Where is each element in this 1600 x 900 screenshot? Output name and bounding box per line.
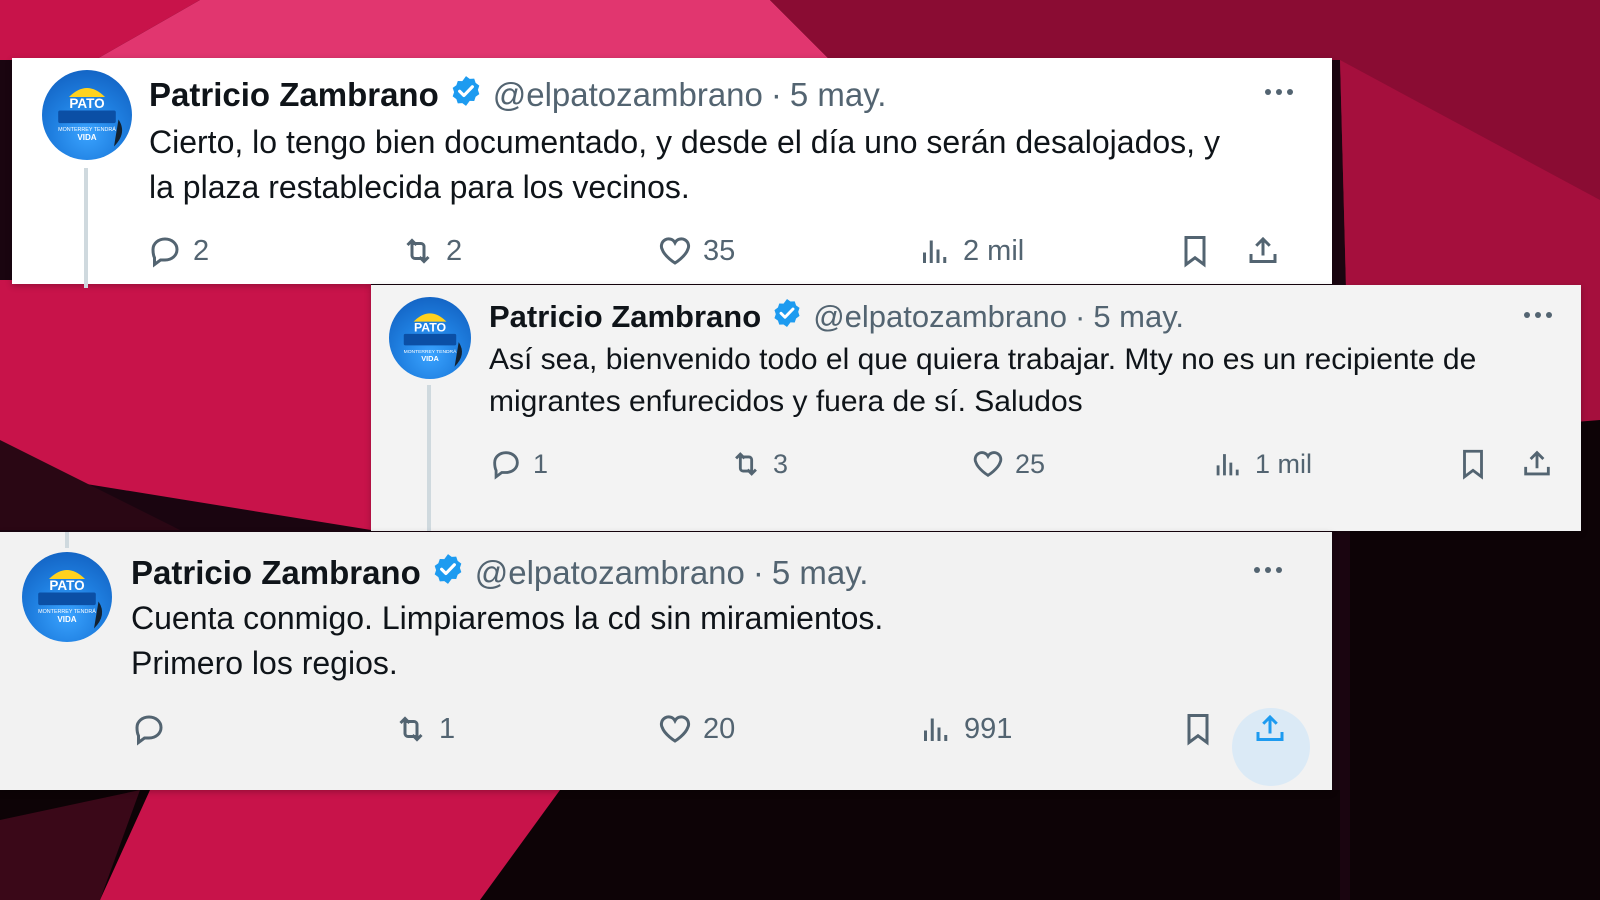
more-options-icon[interactable] [1524, 312, 1552, 318]
retweet-button[interactable]: 3 [729, 447, 788, 481]
views-button[interactable]: 2 mil [917, 233, 1024, 269]
bookmark-icon [1463, 449, 1483, 480]
share-icon [1249, 236, 1277, 263]
avatar-line2-text: VIDA [77, 133, 96, 142]
avatar-brand-text: PATO [69, 96, 104, 111]
avatar-line1-text: MONTERREY TENDRÁ [58, 126, 116, 133]
handle[interactable]: @elpatozambrano [475, 554, 745, 592]
avatar-logo-icon: PATO MONTERREY TENDRÁ VIDA [58, 88, 123, 147]
bookmark-icon [1184, 236, 1206, 268]
avatar-brand-text: PATO [49, 578, 84, 593]
reply-button[interactable]: 2 [147, 233, 209, 269]
handle[interactable]: @elpatozambrano [813, 299, 1067, 335]
timestamp[interactable]: 5 may. [1093, 299, 1184, 335]
tweet-text: Cierto, lo tengo bien documentado, y des… [149, 120, 1309, 210]
tweet-header: Patricio Zambrano @elpatozambrano · 5 ma… [489, 297, 1184, 337]
tweet-card[interactable]: PATO MONTERREY TENDRÁ VIDA Patricio Zamb… [12, 58, 1332, 288]
tweet-card[interactable]: PATO MONTERREY TENDRÁ VIDA Patricio Zamb… [371, 285, 1581, 531]
retweet-count: 3 [773, 448, 789, 479]
avatar-logo-icon: PATO MONTERREY TENDRÁ VIDA [38, 570, 103, 629]
like-button[interactable]: 35 [657, 233, 735, 269]
retweet-icon [399, 716, 423, 742]
avatar-brand-text: PATO [414, 320, 447, 334]
tweet-text-line: Así sea, bienvenido todo el que quiera t… [489, 343, 1477, 376]
retweet-count: 2 [446, 234, 463, 267]
retweet-icon [735, 452, 757, 476]
tweet-header: Patricio Zambrano @elpatozambrano · 5 ma… [149, 74, 886, 116]
tweet-header: Patricio Zambrano @elpatozambrano · 5 ma… [131, 552, 868, 594]
more-options-icon[interactable] [1254, 567, 1282, 573]
retweet-icon [406, 238, 430, 264]
reply-button[interactable] [131, 711, 177, 747]
heart-icon [659, 715, 691, 743]
verified-badge-icon [449, 74, 483, 116]
separator-dot: · [1074, 299, 1086, 334]
share-icon [1524, 450, 1550, 476]
thread-line [427, 385, 431, 531]
reply-icon [135, 715, 163, 746]
avatar-line2-text: VIDA [57, 615, 76, 624]
like-count: 20 [703, 712, 736, 745]
views-icon [924, 718, 948, 741]
retweet-count: 1 [439, 712, 456, 745]
timestamp[interactable]: 5 may. [790, 76, 887, 114]
avatar[interactable]: PATO MONTERREY TENDRÁ VIDA [389, 297, 471, 379]
thread-line [65, 532, 69, 548]
share-button[interactable] [1520, 447, 1554, 481]
like-button[interactable]: 20 [657, 711, 735, 747]
tweet-text: Así sea, bienvenido todo el que quiera t… [489, 339, 1569, 423]
display-name[interactable]: Patricio Zambrano [131, 554, 421, 592]
like-button[interactable]: 25 [971, 447, 1045, 481]
retweet-button[interactable]: 1 [393, 711, 455, 747]
tweet-text-line: la plaza restablecida para los vecinos. [149, 168, 690, 205]
separator-dot: · [770, 76, 782, 113]
bookmark-button[interactable] [1180, 711, 1216, 747]
separator-dot: · [752, 554, 764, 591]
avatar[interactable]: PATO MONTERREY TENDRÁ VIDA [22, 552, 112, 642]
heart-icon [659, 237, 691, 265]
avatar-line1-text: MONTERREY TENDRÁ [38, 608, 96, 615]
reply-button[interactable]: 1 [489, 447, 548, 481]
share-button[interactable] [1252, 711, 1288, 747]
reply-count: 1 [533, 448, 549, 479]
view-count: 2 mil [963, 234, 1025, 267]
view-count: 1 mil [1255, 448, 1313, 479]
tweet-text-line: Cierto, lo tengo bien documentado, y des… [149, 124, 1220, 160]
avatar[interactable]: PATO MONTERREY TENDRÁ VIDA [42, 70, 132, 160]
views-icon [923, 240, 947, 263]
tweet-card[interactable]: PATO MONTERREY TENDRÁ VIDA Patricio Zamb… [0, 532, 1332, 790]
display-name[interactable]: Patricio Zambrano [489, 299, 761, 335]
share-button[interactable] [1245, 233, 1281, 269]
bookmark-button[interactable] [1177, 233, 1213, 269]
tweet-text-line: migrantes enfurecidos y fuera de sí. Sal… [489, 385, 1083, 418]
tweet-text: Cuenta conmigo. Limpiaremos la cd sin mi… [131, 596, 1231, 686]
heart-icon [973, 451, 1003, 478]
avatar-logo-icon: PATO MONTERREY TENDRÁ VIDA [404, 313, 462, 367]
verified-badge-icon [771, 297, 803, 337]
display-name[interactable]: Patricio Zambrano [149, 76, 439, 114]
like-count: 25 [1015, 448, 1046, 479]
views-button[interactable]: 991 [918, 711, 1012, 747]
thread-line [84, 168, 88, 288]
verified-badge-icon [431, 552, 465, 594]
reply-icon [151, 237, 179, 268]
like-count: 35 [703, 234, 736, 267]
share-icon [1256, 714, 1284, 741]
views-icon [1216, 454, 1239, 476]
views-button[interactable]: 1 mil [1211, 447, 1312, 481]
bookmark-button[interactable] [1456, 447, 1490, 481]
reply-icon [493, 451, 519, 480]
view-count: 991 [964, 712, 1013, 745]
retweet-button[interactable]: 2 [400, 233, 462, 269]
avatar-line2-text: VIDA [421, 354, 439, 363]
more-options-icon[interactable] [1265, 89, 1293, 95]
reply-count: 2 [193, 234, 210, 267]
timestamp[interactable]: 5 may. [772, 554, 869, 592]
handle[interactable]: @elpatozambrano [493, 76, 763, 114]
bookmark-icon [1187, 714, 1209, 746]
tweet-text-line: Cuenta conmigo. Limpiaremos la cd sin mi… [131, 600, 884, 636]
tweet-text-line: Primero los regios. [131, 644, 398, 681]
